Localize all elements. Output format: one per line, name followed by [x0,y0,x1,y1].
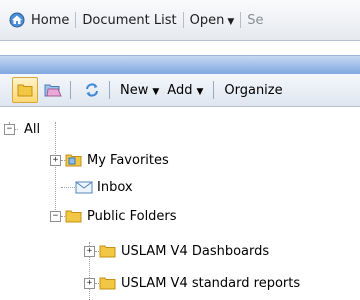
document-list-link[interactable]: Document List [76,13,182,28]
tree-node-inbox[interactable]: Inbox [75,176,133,198]
tree-node-uslam-v4-standard-reports[interactable]: + USLAM V4 standard reports [84,272,300,294]
open-menu-label: Open [189,12,225,28]
folder-icon [99,277,116,290]
categories-view-button[interactable] [42,78,64,102]
collapse-icon[interactable]: − [50,210,61,222]
favorites-folder-icon [65,154,82,167]
home-link[interactable]: Home [25,13,75,28]
top-navigation-bar: Home Document List Open ▼ Se [0,0,360,41]
folder-tree: − All + My Favorites Inbox − Public Fold… [0,108,360,300]
refresh-icon [86,83,98,97]
new-menu[interactable]: New ▼ [116,83,163,98]
tree-node-all[interactable]: − All [4,118,40,140]
home-icon[interactable] [9,12,25,28]
folder-icon [99,245,116,258]
header-band [0,55,360,74]
inbox-icon [75,181,93,194]
tree-node-label: Inbox [97,179,133,195]
tree-node-label: USLAM V4 Dashboards [121,243,270,259]
refresh-button[interactable] [81,78,103,102]
tree-node-label: USLAM V4 standard reports [121,275,301,291]
separator [213,81,215,99]
separator [109,81,110,99]
expand-icon[interactable]: + [84,277,95,289]
folders-view-button[interactable] [12,77,38,103]
tree-connector [61,187,75,188]
tree-node-label: Public Folders [87,208,177,224]
document-toolbar: New ▼ Add ▼ Organize [0,74,360,107]
favorites-icon [44,84,62,97]
collapse-icon[interactable]: − [4,123,15,135]
tree-node-label: My Favorites [87,152,169,168]
new-menu-label: New [120,82,149,98]
chevron-down-icon: ▼ [152,86,160,97]
expand-icon[interactable]: + [50,154,61,166]
folder-icon [17,84,33,97]
open-menu[interactable]: Open ▼ [184,13,241,28]
organize-menu[interactable]: Organize [220,83,286,98]
tree-node-label: All [24,121,41,137]
add-menu-label: Add [167,82,193,98]
tree-node-public-folders[interactable]: − Public Folders [50,205,177,227]
folder-icon [65,210,82,223]
expand-icon[interactable]: + [84,245,95,257]
tree-node-uslam-v4-dashboards[interactable]: + USLAM V4 Dashboards [84,240,269,262]
chevron-down-icon: ▼ [227,16,235,27]
truncated-menu-item[interactable]: Se [241,13,269,28]
add-menu[interactable]: Add ▼ [163,83,207,98]
tree-node-my-favorites[interactable]: + My Favorites [50,149,169,171]
separator [70,81,71,99]
tree-connector [15,128,18,130]
chevron-down-icon: ▼ [196,86,204,97]
